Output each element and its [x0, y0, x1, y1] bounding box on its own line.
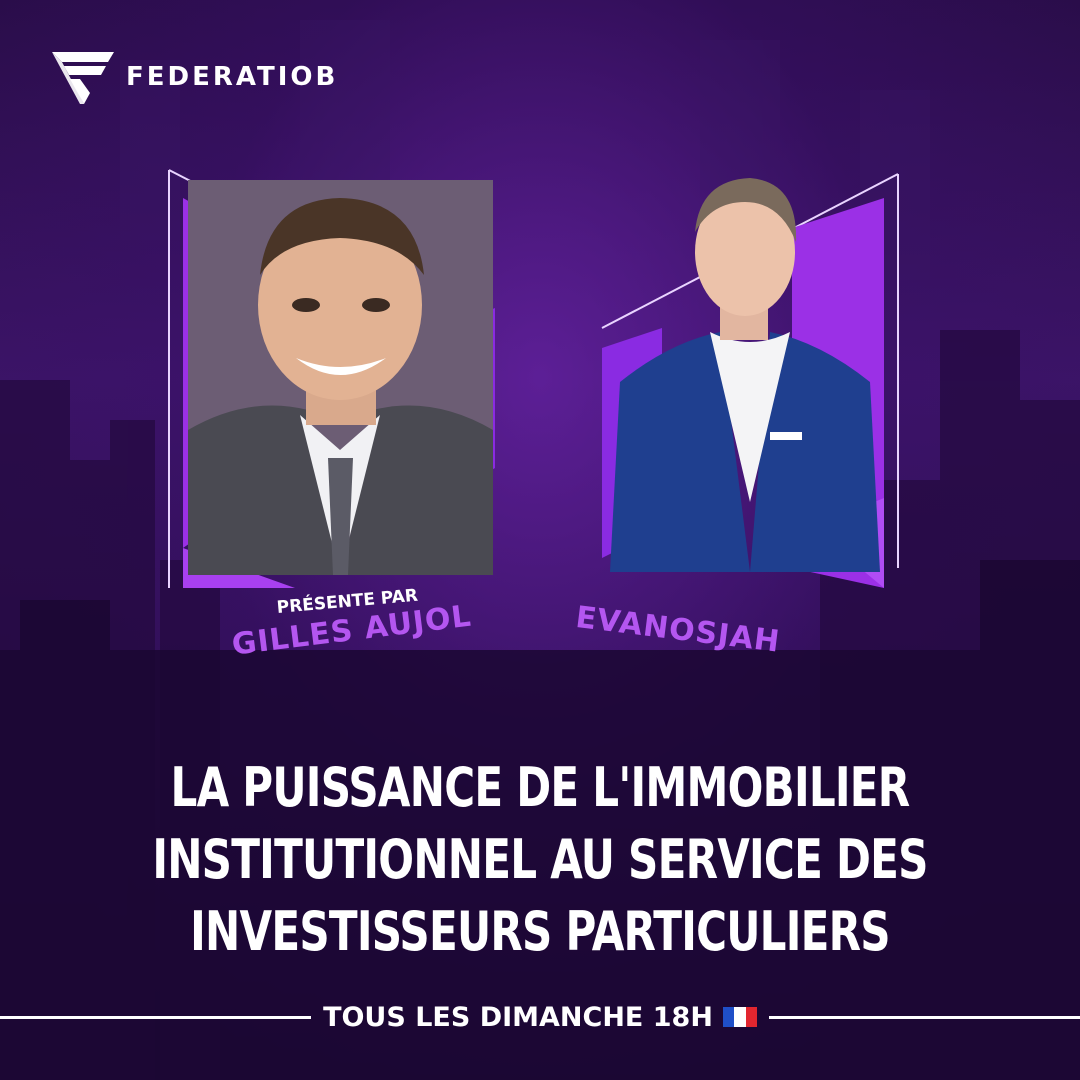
headline-line: INSTITUTIONNEL AU SERVICE DES — [152, 828, 928, 891]
schedule-footer: TOUS LES DIMANCHE 18H — [0, 994, 1080, 1040]
left-divider — [0, 1015, 312, 1019]
guest-photo-icon — [610, 178, 880, 572]
brand-logo: FEDERATIOB — [50, 48, 338, 106]
schedule-label: TOUS LES DIMANCHE 18H — [323, 1001, 713, 1033]
france-flag-icon — [722, 1007, 757, 1027]
host-photo-icon — [188, 180, 493, 575]
right-divider — [768, 1015, 1080, 1019]
headline: LA PUISSANCE DE L'IMMOBILIER INSTITUTION… — [119, 752, 961, 968]
headline-line: LA PUISSANCE DE L'IMMOBILIER — [170, 756, 911, 819]
guest-portrait — [600, 172, 890, 572]
headline-line: INVESTISSEURS PARTICULIERS — [190, 900, 890, 963]
federation-logo-icon — [52, 52, 114, 104]
schedule-text: TOUS LES DIMANCHE 18H — [311, 1002, 769, 1033]
brand-name: FEDERATIOB — [126, 62, 339, 92]
promo-card: FEDERATIOB PRÉSENTE PAR GILLES AUJOL EVA… — [0, 0, 1080, 1080]
host-portrait — [188, 180, 493, 575]
